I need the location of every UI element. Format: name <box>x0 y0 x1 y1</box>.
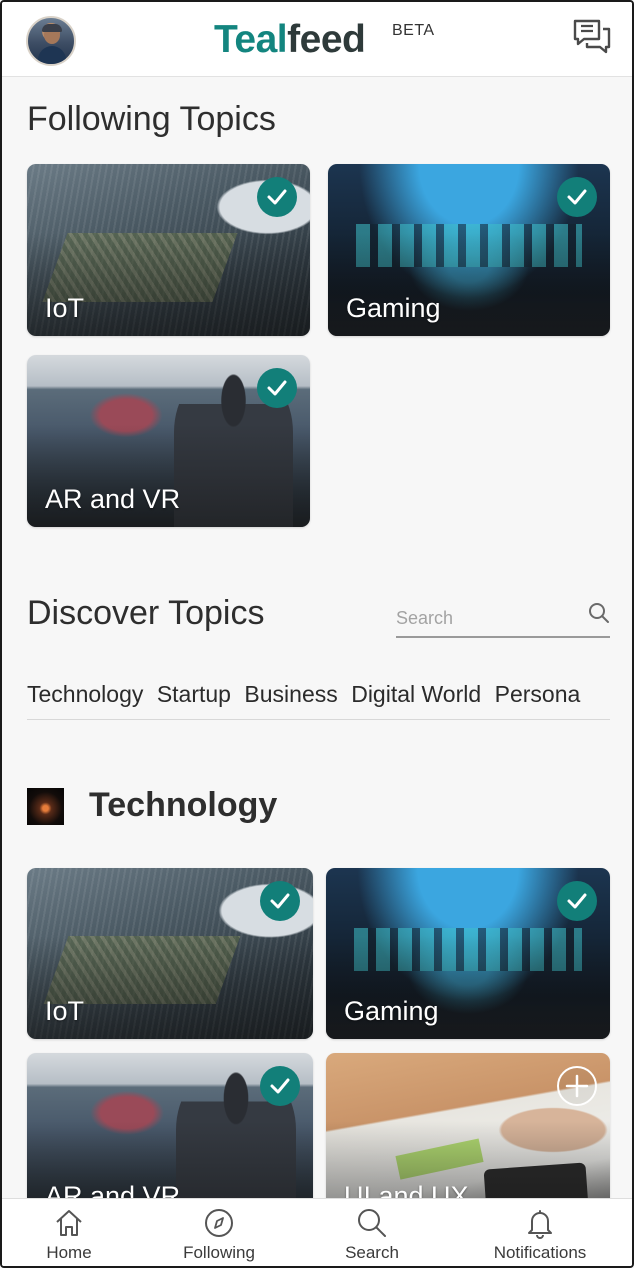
bottom-navigation: Home Following Search Notifications <box>2 1198 632 1266</box>
logo-teal: Teal <box>214 18 288 61</box>
tab-business[interactable]: Business <box>244 676 337 712</box>
following-check-icon[interactable] <box>260 1066 300 1106</box>
topic-search <box>396 600 610 638</box>
home-icon <box>56 1210 82 1236</box>
search-icon <box>358 1209 386 1237</box>
nav-following-label: Following <box>183 1243 255 1262</box>
avatar-cap <box>42 24 62 32</box>
top-header: Tealfeed BETA <box>2 2 632 77</box>
user-avatar[interactable] <box>26 16 76 66</box>
category-tabs: Technology Startup Business Digital Worl… <box>27 676 610 720</box>
tab-digital-world[interactable]: Digital World <box>351 676 481 712</box>
following-check-icon[interactable] <box>557 881 597 921</box>
technology-section-title: Technology <box>89 786 278 824</box>
app-frame: Tealfeed BETA Following Topics IoT Gamin… <box>0 0 634 1268</box>
nav-notifications-label: Notifications <box>493 1243 587 1262</box>
topic-card-iot[interactable]: IoT <box>27 868 313 1039</box>
following-check-icon[interactable] <box>557 177 597 217</box>
bell-icon <box>528 1210 552 1239</box>
nav-search-label: Search <box>345 1243 399 1262</box>
app-logo[interactable]: Tealfeed <box>214 16 366 64</box>
topic-card-label: Gaming <box>344 996 439 1026</box>
nav-home[interactable]: Home <box>29 1199 109 1266</box>
add-topic-icon[interactable] <box>557 1066 597 1106</box>
logo-feed: feed <box>287 18 366 61</box>
topic-card-label: AR and VR <box>45 484 181 514</box>
following-topics-title: Following Topics <box>27 100 276 138</box>
topic-search-input[interactable] <box>396 604 576 632</box>
discover-topics-title: Discover Topics <box>27 594 265 632</box>
compass-icon <box>205 1209 233 1237</box>
nav-home-label: Home <box>46 1243 92 1262</box>
technology-thumbnail <box>27 788 64 825</box>
topic-card-ar-vr[interactable]: AR and VR <box>27 355 310 527</box>
tab-technology[interactable]: Technology <box>27 676 143 712</box>
search-icon[interactable] <box>588 602 610 624</box>
tab-personal[interactable]: Persona <box>495 676 581 712</box>
topic-card-gaming[interactable]: Gaming <box>326 868 610 1039</box>
topic-card-label: IoT <box>45 293 85 323</box>
nav-notifications[interactable]: Notifications <box>482 1199 598 1266</box>
topic-card-label: Gaming <box>346 293 441 323</box>
avatar-body <box>38 46 66 64</box>
nav-search[interactable]: Search <box>332 1199 412 1266</box>
nav-following[interactable]: Following <box>174 1199 264 1266</box>
topic-card-gaming[interactable]: Gaming <box>328 164 610 336</box>
chat-bubbles-icon[interactable] <box>572 18 612 56</box>
following-check-icon[interactable] <box>257 368 297 408</box>
following-check-icon[interactable] <box>257 177 297 217</box>
tab-startup[interactable]: Startup <box>157 676 231 712</box>
beta-badge: BETA <box>392 22 435 39</box>
topic-card-iot[interactable]: IoT <box>27 164 310 336</box>
following-check-icon[interactable] <box>260 881 300 921</box>
topic-card-label: IoT <box>45 996 85 1026</box>
